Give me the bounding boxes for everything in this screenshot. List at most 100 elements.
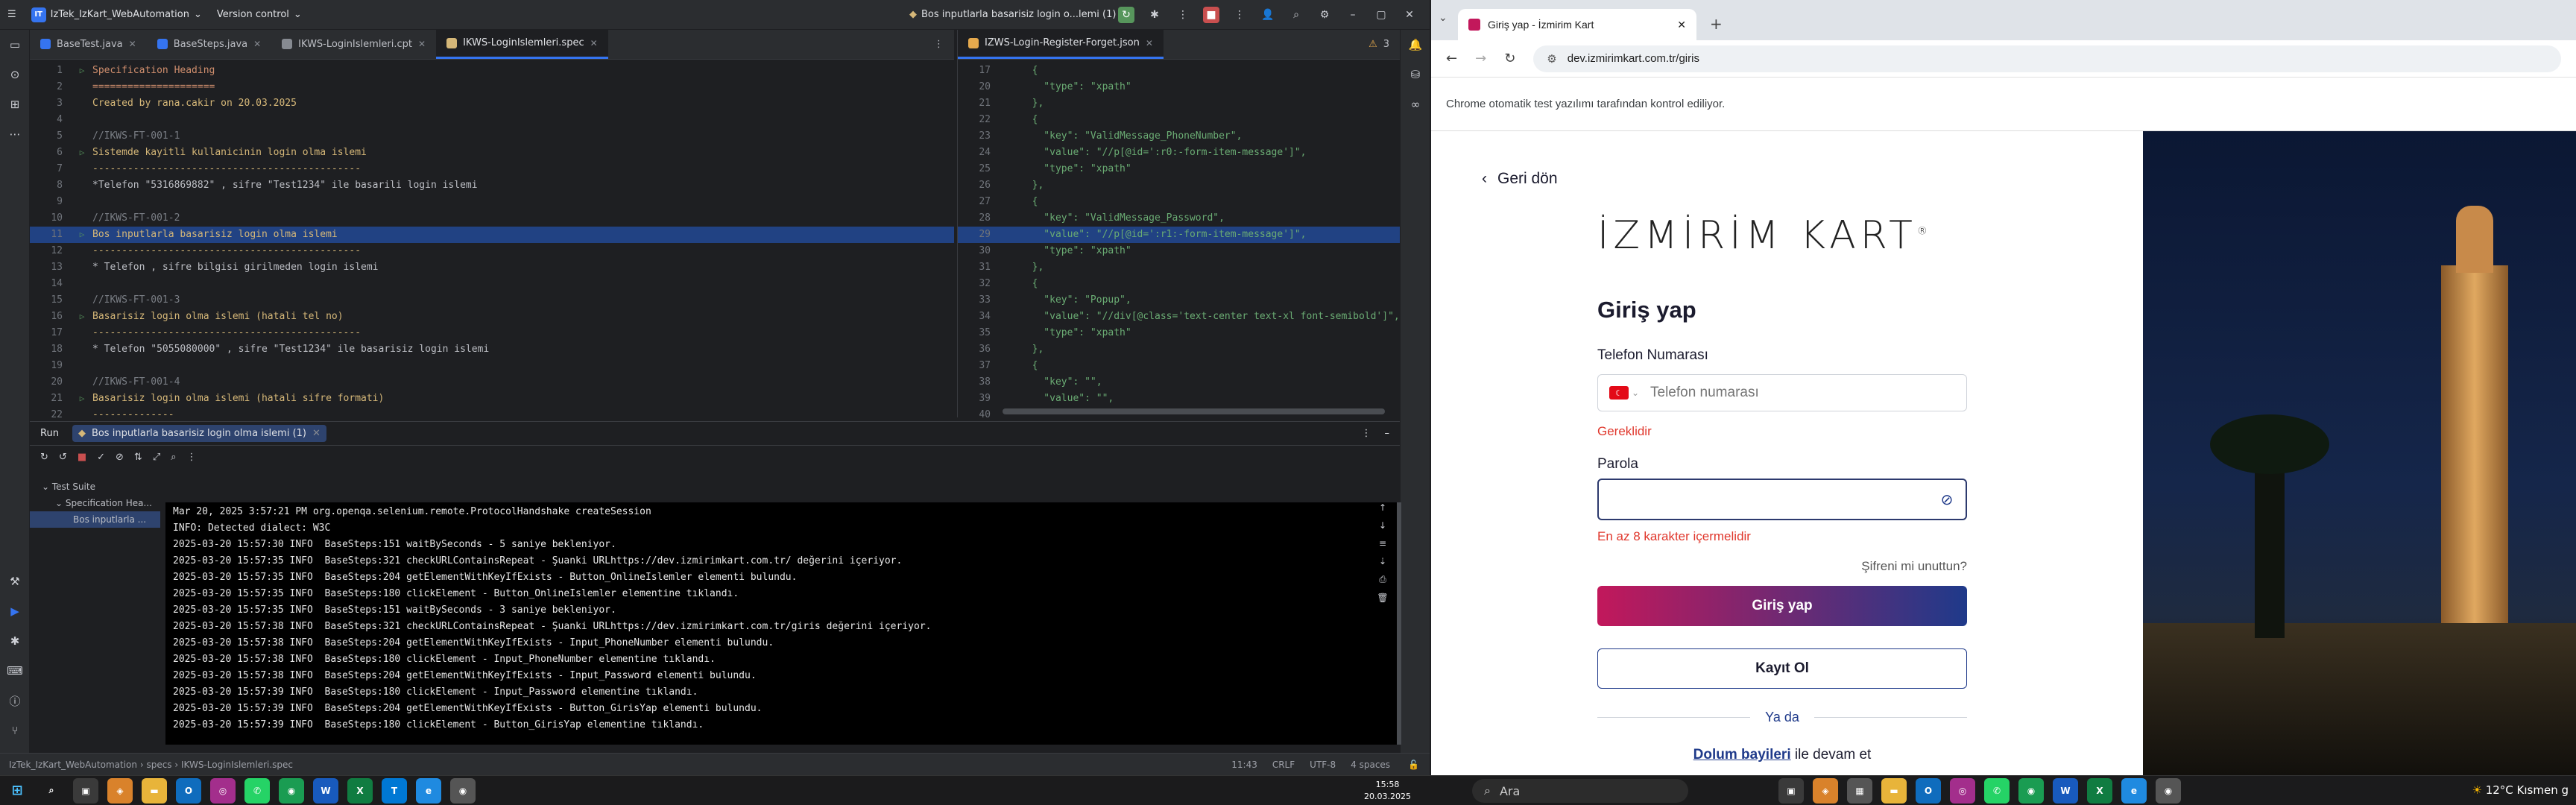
code-line[interactable]: 35 "type": "xpath" — [958, 325, 1400, 341]
code-line[interactable]: 9 — [30, 194, 954, 210]
vcs-selector[interactable]: Version control ⌄ — [209, 9, 309, 20]
code-line[interactable]: 12 --------------------------------------… — [30, 243, 954, 259]
close-icon[interactable]: ✕ — [1677, 19, 1686, 31]
scroll-end-icon[interactable]: ⇣ — [1379, 556, 1386, 566]
code-line[interactable]: 34 "value": "//div[@class='text-center t… — [958, 309, 1400, 325]
tree-node-scenario[interactable]: Bos inputlarla ... — [30, 511, 160, 528]
code-line[interactable]: 22 { — [958, 112, 1400, 128]
word-icon[interactable]: W — [313, 777, 338, 804]
chrome-icon[interactable]: ◉ — [2018, 778, 2044, 804]
excel-icon[interactable]: X — [347, 777, 373, 804]
database-icon[interactable]: ⛁ — [1401, 60, 1430, 89]
tab-cpt[interactable]: IKWS-LoginIslemleri.cpt ✕ — [271, 29, 436, 59]
code-line[interactable]: 17 --------------------------------------… — [30, 325, 954, 341]
code-line[interactable]: 36 }, — [958, 341, 1400, 358]
weather-widget[interactable]: ☀ 12°C Kısmen g — [2472, 783, 2569, 797]
code-line[interactable]: 22 -------------- — [30, 407, 954, 417]
close-icon[interactable]: ✕ — [590, 38, 598, 48]
inspection-widget[interactable]: ⚠ 3 — [1358, 29, 1400, 59]
code-line[interactable]: 25 "type": "xpath" — [958, 161, 1400, 177]
tree-node-spec[interactable]: ⌄ Specification Hea... — [30, 495, 160, 511]
chrome-icon[interactable]: ◉ — [279, 777, 304, 804]
login-button[interactable]: Giriş yap — [1597, 586, 1967, 626]
clock[interactable]: 15:58 20.03.2025 — [1364, 779, 1411, 803]
code-line[interactable]: 33 "key": "Popup", — [958, 292, 1400, 309]
code-line[interactable]: 6 ▷ Sistemde kayitli kullanicinin login ol… — [30, 145, 954, 161]
code-line[interactable]: 13 * Telefon , sifre bilgisi girilmeden l… — [30, 259, 954, 276]
show-ignored-icon[interactable]: ⊘ — [116, 452, 124, 463]
word-icon[interactable]: W — [2053, 778, 2078, 804]
code-line[interactable]: 32 { — [958, 276, 1400, 292]
spec-editor[interactable]: BaseTest.java ✕ BaseSteps.java ✕ IKWS-Logi… — [30, 29, 954, 417]
code-line[interactable]: 3 Created by rana.cakir on 20.03.2025 — [30, 95, 954, 112]
code-line[interactable]: 38 "key": "", — [958, 374, 1400, 391]
search-icon[interactable]: ⌕ — [39, 778, 64, 804]
edge-icon[interactable]: e — [416, 777, 441, 804]
close-icon[interactable]: ✕ — [253, 39, 261, 49]
tab-basesteps[interactable]: BaseSteps.java ✕ — [147, 29, 271, 59]
code-line[interactable]: 39 "value": "", — [958, 391, 1400, 407]
code-line[interactable]: 29 "value": "//p[@id=':r1:-form-item-mes… — [958, 227, 1400, 243]
taskbar-search[interactable]: ⌕ Ara — [1472, 779, 1688, 803]
code-line[interactable]: 1 ▷ Specification Heading — [30, 63, 954, 79]
site-info-icon[interactable]: ⚙ — [1547, 52, 1556, 66]
breadcrumb-item[interactable]: specs — [146, 760, 171, 770]
terminal-icon[interactable]: ⌨ — [0, 656, 30, 686]
forgot-password-link[interactable]: Şifreni mi unuttun? — [1597, 559, 1967, 574]
rerun-failed-icon[interactable]: ↺ — [59, 452, 67, 463]
code-line[interactable]: 26 }, — [958, 177, 1400, 194]
code-line[interactable]: 27 { — [958, 194, 1400, 210]
run-gutter-icon[interactable]: ▷ — [72, 63, 92, 79]
code-line[interactable]: 17 { — [958, 63, 1400, 79]
chrome-active-icon[interactable]: ◉ — [2156, 778, 2181, 804]
code-line[interactable]: 2 ===================== — [30, 79, 954, 95]
close-icon[interactable]: ✕ — [1401, 7, 1418, 23]
json-code-area[interactable]: 17 {20 "type": "xpath" 21 }, 22 {23 "key":… — [958, 63, 1400, 417]
code-line[interactable]: 19 — [30, 358, 954, 374]
run-gutter-icon[interactable]: ▷ — [72, 309, 92, 325]
back-icon[interactable]: ← — [1446, 51, 1457, 66]
register-button[interactable]: Kayıt Ol — [1597, 648, 1967, 689]
code-line[interactable]: 20 "type": "xpath" — [958, 79, 1400, 95]
search-icon[interactable]: ⌕ — [171, 452, 176, 463]
file-explorer-icon[interactable]: ▬ — [142, 777, 167, 804]
whatsapp-icon[interactable]: ✆ — [1984, 778, 2010, 804]
reload-icon[interactable]: ↻ — [1504, 51, 1515, 66]
up-arrow-icon[interactable]: ↑ — [1379, 502, 1386, 513]
code-line[interactable]: 21 ▷ Basarisiz login olma islemi (hatali s… — [30, 391, 954, 407]
code-line[interactable]: 10 //IKWS-FT-001-2 — [30, 210, 954, 227]
whatsapp-icon[interactable]: ✆ — [244, 777, 270, 804]
browser-tab[interactable]: Giriş yap - İzmirim Kart ✕ — [1458, 9, 1696, 40]
notifications-icon[interactable]: 🔔 — [1401, 30, 1430, 60]
ai-assistant-icon[interactable]: ∞ — [1401, 89, 1430, 119]
close-icon[interactable]: ✕ — [1146, 38, 1153, 48]
commit-icon[interactable]: ⊙ — [0, 60, 30, 89]
console-scrollbar[interactable] — [1397, 502, 1401, 745]
chrome-active-icon[interactable]: ◉ — [450, 777, 476, 804]
user-icon[interactable]: 👤 — [1260, 7, 1276, 23]
minimize-icon[interactable]: – — [1345, 7, 1361, 23]
task-view-icon[interactable]: ▣ — [73, 777, 98, 804]
code-line[interactable]: 11 ▷ Bos inputlarla basarisiz login olma i… — [30, 227, 954, 243]
code-line[interactable]: 24 "value": "//p[@id=':r0:-form-item-mes… — [958, 145, 1400, 161]
console-output[interactable]: Mar 20, 2025 3:57:21 PM org.openqa.selen… — [165, 502, 1398, 745]
code-line[interactable]: 5 //IKWS-FT-001-1 — [30, 128, 954, 145]
run-gutter-icon[interactable]: ▷ — [72, 227, 92, 243]
horizontal-scrollbar[interactable] — [1003, 408, 1385, 414]
more-run-icon[interactable]: ⋮ — [1175, 7, 1191, 23]
rerun-icon[interactable]: ↻ — [40, 452, 48, 463]
excel-icon[interactable]: X — [2087, 778, 2112, 804]
git-icon[interactable]: ⑂ — [0, 716, 30, 745]
app-icon[interactable]: ◎ — [210, 777, 236, 804]
structure-icon[interactable]: ⊞ — [0, 89, 30, 119]
soft-wrap-icon[interactable]: ≡ — [1379, 538, 1386, 549]
new-tab-icon[interactable]: + — [1710, 15, 1723, 33]
search-icon[interactable]: ⌕ — [1288, 7, 1304, 23]
tab-spec[interactable]: IKWS-LoginIslemleri.spec ✕ — [436, 29, 608, 59]
code-line[interactable]: 15 //IKWS-FT-001-3 — [30, 292, 954, 309]
code-line[interactable]: 8 *Telefon "5316869882" , sifre "Test1234… — [30, 177, 954, 194]
settings-icon[interactable]: ⚙ — [1316, 7, 1333, 23]
minimize-panel-icon[interactable]: – — [1385, 428, 1401, 439]
build-icon[interactable]: ⚒ — [0, 566, 30, 596]
code-line[interactable]: 21 }, — [958, 95, 1400, 112]
